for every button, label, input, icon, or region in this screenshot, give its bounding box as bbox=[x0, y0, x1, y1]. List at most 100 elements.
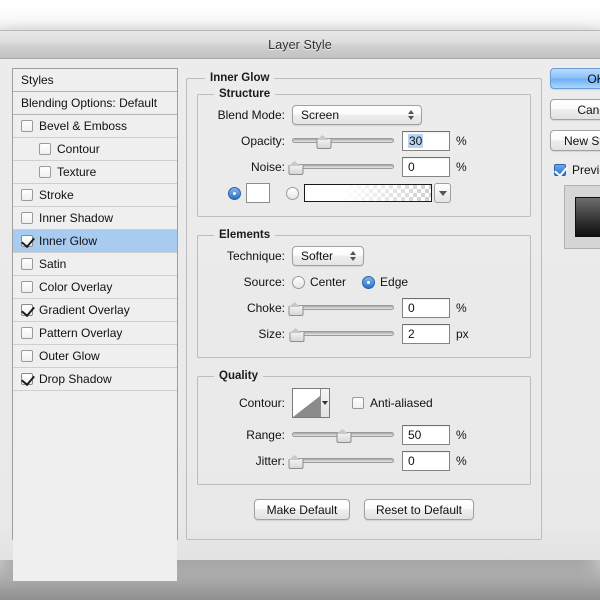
size-input[interactable]: 2 bbox=[402, 324, 450, 344]
noise-slider-thumb[interactable] bbox=[288, 161, 304, 175]
gradient-picker-button[interactable] bbox=[434, 183, 451, 203]
checkbox-texture-icon[interactable] bbox=[39, 166, 51, 178]
style-row-stroke[interactable]: Stroke bbox=[13, 184, 177, 207]
style-row-satin[interactable]: Satin bbox=[13, 253, 177, 276]
radio-source-center[interactable] bbox=[292, 275, 305, 289]
radio-fill-gradient[interactable] bbox=[286, 186, 299, 200]
size-slider-thumb[interactable] bbox=[289, 328, 305, 342]
style-row-gradient-overlay[interactable]: Gradient Overlay bbox=[13, 299, 177, 322]
style-row-drop-shadow[interactable]: Drop Shadow bbox=[13, 368, 177, 391]
style-label-inner-shadow: Inner Shadow bbox=[39, 211, 114, 225]
reset-to-default-button[interactable]: Reset to Default bbox=[363, 499, 475, 520]
choke-label: Choke: bbox=[246, 301, 285, 315]
checkbox-bevel-emboss-icon[interactable] bbox=[21, 120, 33, 132]
style-row-color-overlay[interactable]: Color Overlay bbox=[13, 276, 177, 299]
checkbox-inner-glow-icon[interactable] bbox=[21, 235, 33, 247]
blend-mode-select[interactable]: Screen bbox=[292, 105, 422, 125]
style-row-inner-glow[interactable]: Inner Glow bbox=[13, 230, 177, 253]
checkbox-stroke-icon[interactable] bbox=[21, 189, 33, 201]
blend-mode-row: Blend Mode: Screen bbox=[206, 102, 522, 128]
checkbox-contour-icon[interactable] bbox=[39, 143, 51, 155]
size-slider[interactable] bbox=[289, 326, 394, 342]
action-buttons-column: OK Cancel New Style... Preview bbox=[550, 68, 600, 249]
preview-checkbox-row[interactable]: Preview bbox=[554, 163, 600, 177]
opacity-slider[interactable] bbox=[292, 133, 394, 149]
opacity-slider-thumb[interactable] bbox=[316, 135, 332, 149]
cancel-button[interactable]: Cancel bbox=[550, 99, 600, 120]
style-row-pattern-overlay[interactable]: Pattern Overlay bbox=[13, 322, 177, 345]
elements-group-label: Elements bbox=[219, 229, 271, 241]
size-label: Size: bbox=[258, 327, 285, 341]
contour-label: Contour: bbox=[238, 396, 285, 410]
technique-value: Softer bbox=[301, 249, 334, 263]
technique-label: Technique: bbox=[226, 249, 285, 263]
style-label-drop-shadow: Drop Shadow bbox=[39, 372, 112, 386]
radio-source-edge[interactable] bbox=[362, 275, 376, 289]
glow-gradient-preview[interactable] bbox=[304, 184, 432, 202]
opacity-input[interactable]: 30 bbox=[402, 131, 450, 151]
styles-list-empty-area bbox=[13, 391, 177, 581]
contour-row: Contour: Anti-aliased bbox=[206, 384, 522, 422]
source-label: Source: bbox=[243, 275, 285, 289]
styles-panel-header: Styles bbox=[13, 69, 177, 92]
opacity-row: Opacity: 30 % bbox=[206, 128, 522, 154]
jitter-slider[interactable] bbox=[288, 453, 394, 469]
styles-panel-header-label: Styles bbox=[21, 73, 54, 87]
style-label-texture: Texture bbox=[57, 165, 97, 179]
range-slider[interactable] bbox=[292, 427, 394, 443]
choke-slider-track bbox=[292, 305, 394, 310]
source-edge-label[interactable]: Edge bbox=[380, 275, 408, 289]
choke-slider-thumb[interactable] bbox=[288, 302, 304, 316]
checkbox-satin-icon[interactable] bbox=[21, 258, 33, 270]
source-center-label[interactable]: Center bbox=[310, 275, 346, 289]
noise-slider[interactable] bbox=[288, 159, 394, 175]
make-default-button[interactable]: Make Default bbox=[253, 499, 350, 520]
chevron-updown-icon bbox=[405, 110, 417, 120]
noise-input[interactable]: 0 bbox=[402, 157, 450, 177]
jitter-slider-thumb[interactable] bbox=[288, 455, 304, 469]
choke-slider[interactable] bbox=[288, 300, 394, 316]
size-unit: px bbox=[456, 327, 469, 341]
checkbox-gradient-overlay-icon[interactable] bbox=[21, 304, 33, 316]
radio-fill-color[interactable] bbox=[228, 186, 241, 200]
jitter-input[interactable]: 0 bbox=[402, 451, 450, 471]
checkbox-anti-aliased-icon[interactable] bbox=[352, 397, 364, 409]
blending-options-row[interactable]: Blending Options: Default bbox=[13, 92, 177, 115]
style-row-outer-glow[interactable]: Outer Glow bbox=[13, 345, 177, 368]
style-row-contour[interactable]: Contour bbox=[13, 138, 177, 161]
opacity-label: Opacity: bbox=[240, 134, 285, 148]
jitter-value: 0 bbox=[408, 454, 415, 468]
checkbox-color-overlay-icon[interactable] bbox=[21, 281, 33, 293]
glow-color-swatch[interactable] bbox=[246, 183, 270, 203]
checkbox-drop-shadow-icon[interactable] bbox=[21, 373, 33, 385]
opacity-slider-track bbox=[292, 138, 394, 143]
choke-input[interactable]: 0 bbox=[402, 298, 450, 318]
checkbox-inner-shadow-icon[interactable] bbox=[21, 212, 33, 224]
size-row: Size: 2 px bbox=[206, 321, 522, 347]
checkbox-outer-glow-icon[interactable] bbox=[21, 350, 33, 362]
style-row-bevel-emboss[interactable]: Bevel & Emboss bbox=[13, 115, 177, 138]
jitter-unit: % bbox=[456, 454, 467, 468]
style-label-color-overlay: Color Overlay bbox=[39, 280, 113, 294]
contour-preset-picker[interactable] bbox=[292, 388, 330, 418]
new-style-button[interactable]: New Style... bbox=[550, 130, 600, 151]
style-row-inner-shadow[interactable]: Inner Shadow bbox=[13, 207, 177, 230]
dialog-titlebar[interactable]: Layer Style bbox=[0, 31, 600, 59]
technique-select[interactable]: Softer bbox=[292, 246, 364, 266]
style-row-texture[interactable]: Texture bbox=[13, 161, 177, 184]
ok-button[interactable]: OK bbox=[550, 68, 600, 89]
range-input[interactable]: 50 bbox=[402, 425, 450, 445]
opacity-value: 30 bbox=[408, 134, 424, 148]
range-slider-thumb[interactable] bbox=[336, 429, 352, 443]
jitter-row: Jitter: 0 % bbox=[206, 448, 522, 474]
checkbox-preview-icon[interactable] bbox=[554, 164, 566, 176]
structure-group-label: Structure bbox=[219, 88, 271, 100]
style-label-pattern-overlay: Pattern Overlay bbox=[39, 326, 123, 340]
contour-dropdown-arrow[interactable] bbox=[320, 389, 329, 417]
desktop-background-top bbox=[0, 0, 600, 30]
layer-style-dialog: Layer Style Styles Blending Options: Def… bbox=[0, 30, 600, 581]
anti-aliased-row[interactable]: Anti-aliased bbox=[352, 396, 433, 410]
quality-group: Quality Contour: Anti-aliased Range: 50 … bbox=[197, 370, 531, 485]
style-label-bevel-emboss: Bevel & Emboss bbox=[39, 119, 128, 133]
checkbox-pattern-overlay-icon[interactable] bbox=[21, 327, 33, 339]
